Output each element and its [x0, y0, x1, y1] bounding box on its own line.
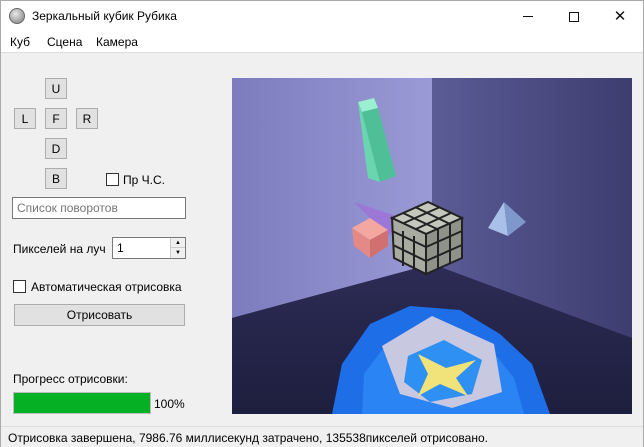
render-progress-bar — [13, 392, 151, 414]
title-bar: Зеркальный кубик Рубика ✕ — [1, 1, 643, 32]
ccw-label: Пр Ч.С. — [123, 173, 165, 187]
menu-item-camera[interactable]: Камера — [94, 35, 140, 49]
status-bar: Отрисовка завершена, 7986.76 миллисекунд… — [1, 426, 643, 447]
status-text: Отрисовка завершена, 7986.76 миллисекунд… — [8, 431, 488, 445]
maximize-icon — [569, 11, 579, 22]
rotate-u-button[interactable]: U — [45, 78, 67, 99]
rendered-scene — [232, 78, 632, 414]
render-viewport[interactable] — [232, 78, 632, 414]
maximize-button[interactable] — [551, 1, 597, 32]
rotate-d-button[interactable]: D — [45, 138, 67, 159]
rubik-sphere-icon — [9, 8, 25, 24]
auto-render-checkbox[interactable] — [13, 280, 26, 293]
menu-item-cube[interactable]: Куб — [8, 35, 32, 49]
progress-fill — [14, 393, 150, 413]
stepper-down-icon[interactable]: ▼ — [171, 248, 185, 258]
stepper-buttons: ▲ ▼ — [170, 238, 185, 258]
minimize-icon — [523, 16, 533, 17]
rotations-input[interactable] — [12, 197, 186, 219]
window-title: Зеркальный кубик Рубика — [32, 9, 177, 23]
progress-label: Прогресс отрисовки: — [13, 372, 128, 386]
auto-render-label: Автоматическая отрисовка — [31, 280, 182, 294]
rotate-b-button[interactable]: B — [45, 168, 67, 189]
rays-label: Пикселей на луч — [13, 242, 106, 256]
close-icon: ✕ — [613, 8, 627, 25]
ccw-checkbox[interactable] — [106, 173, 119, 186]
rotate-r-button[interactable]: R — [76, 108, 98, 129]
rotate-f-button[interactable]: F — [45, 108, 67, 129]
rotate-l-button[interactable]: L — [14, 108, 36, 129]
menu-bar: Куб Сцена Камера — [1, 32, 643, 53]
rays-value[interactable]: 1 — [117, 241, 124, 255]
render-button[interactable]: Отрисовать — [14, 304, 185, 326]
rays-stepper[interactable]: 1 ▲ ▼ — [112, 237, 186, 259]
minimize-button[interactable] — [505, 1, 551, 32]
menu-item-scene[interactable]: Сцена — [45, 35, 84, 49]
stepper-up-icon[interactable]: ▲ — [171, 238, 185, 248]
close-button[interactable]: ✕ — [597, 1, 643, 32]
main-window: Зеркальный кубик Рубика ✕ Куб Сцена Каме… — [0, 0, 644, 447]
progress-percent: 100% — [154, 397, 185, 411]
